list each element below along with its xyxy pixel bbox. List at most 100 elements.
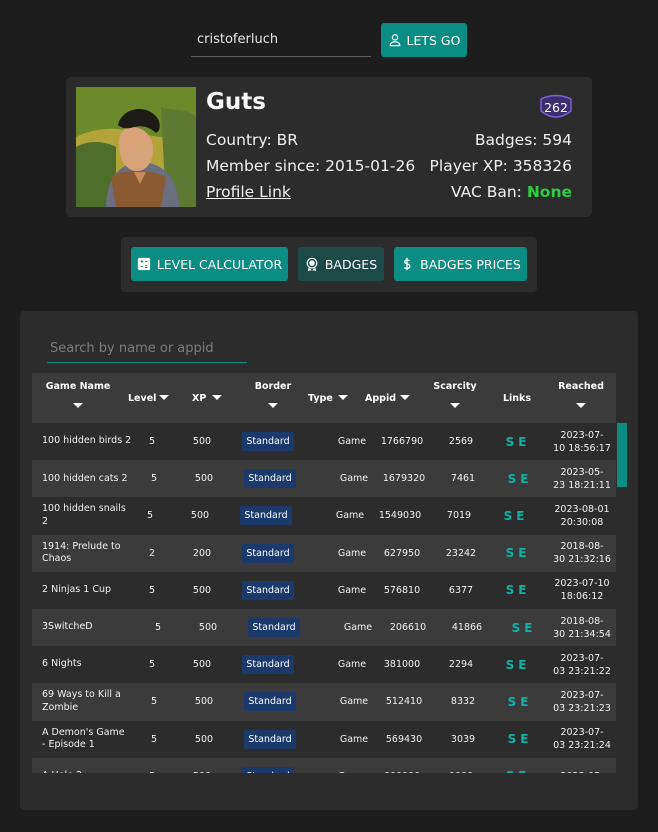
steam-link[interactable]: S: [508, 695, 517, 709]
steam-link[interactable]: S: [506, 435, 515, 449]
header-xp[interactable]: XP: [192, 373, 224, 423]
table-row[interactable]: 100 hidden birds 2 5 500 Game 1766790 2569 Sta…: [32, 423, 616, 460]
vac-ban-label: VAC Ban:: [451, 183, 527, 201]
external-link[interactable]: E: [524, 621, 532, 635]
cell-type: Game: [335, 510, 365, 522]
table-body: 100 hidden birds 2 5 500 Game 1766790 2569 Sta…: [32, 423, 616, 773]
external-link[interactable]: E: [516, 509, 524, 523]
cell-xp: 500: [192, 436, 212, 448]
steam-link[interactable]: S: [504, 509, 513, 523]
sort-arrow-icon: [159, 395, 169, 400]
external-link[interactable]: E: [518, 769, 526, 773]
external-link[interactable]: E: [520, 732, 528, 746]
sort-arrow-icon: [400, 395, 410, 400]
cell-game-name: A Demon's Game - Episode 1: [42, 726, 125, 751]
header-reached[interactable]: Reached: [556, 373, 606, 423]
header-scarcity[interactable]: Scarcity: [432, 373, 478, 423]
header-type[interactable]: Type: [308, 373, 353, 423]
table-row[interactable]: 100 hidden snails 2 5 500 Game 1549030 7019 St…: [32, 497, 616, 534]
table-search-input[interactable]: [47, 335, 247, 363]
header-appid[interactable]: Appid: [365, 373, 415, 423]
steam-link[interactable]: S: [506, 769, 515, 773]
cell-type: Game: [337, 547, 367, 559]
cell-border: Standard: [238, 646, 298, 683]
steam-link[interactable]: S: [506, 546, 515, 560]
external-link[interactable]: E: [518, 658, 526, 672]
steam-link[interactable]: S: [506, 658, 515, 672]
vac-ban-value: None: [526, 183, 572, 201]
country-text: Country: BR: [206, 131, 299, 149]
cell-scarcity: 7461: [450, 473, 476, 485]
cell-level: 5: [150, 733, 158, 745]
username-input[interactable]: [191, 23, 371, 57]
cell-appid: 206610: [389, 622, 427, 634]
border-pill: Standard: [244, 469, 296, 489]
cell-xp: 500: [194, 473, 214, 485]
cell-type: Game: [339, 733, 369, 745]
lets-go-button[interactable]: LETS GO: [381, 23, 467, 57]
steam-link[interactable]: S: [508, 732, 517, 746]
external-link[interactable]: E: [520, 472, 528, 486]
sort-arrow-icon: [450, 403, 460, 408]
table-row[interactable]: 6 Nights 5 500 Game 381000 2294 Standard S E 2023…: [32, 646, 616, 683]
cell-links: SE: [498, 423, 534, 460]
cell-border: Standard: [236, 497, 296, 534]
cell-level: 5: [154, 622, 162, 634]
cell-game-name: 3SwitcheD: [42, 621, 93, 633]
player-xp-text: Player XP: 358326: [429, 157, 572, 175]
table-row[interactable]: A Hole 25500Game0000000000StandardSE2023…: [32, 757, 616, 773]
cell-game-name: 1914: Prelude to Chaos: [42, 540, 121, 565]
badges-label: BADGES: [324, 256, 378, 272]
profile-link[interactable]: Profile Link: [206, 183, 291, 201]
cell-game-name: 100 hidden cats 2: [42, 472, 128, 484]
sort-arrow-icon: [212, 395, 222, 400]
cell-scarcity: 6377: [448, 584, 474, 596]
level-number: 262: [544, 99, 568, 115]
table-row[interactable]: 1914: Prelude to Chaos 2 200 Game 627950 2324…: [32, 534, 616, 572]
cell-links: SE: [504, 609, 540, 646]
table-row[interactable]: A Demon's Game - Episode 1 5 500 Game 569430…: [32, 721, 616, 758]
external-link[interactable]: E: [518, 435, 526, 449]
cell-links: SE: [498, 758, 534, 773]
external-link[interactable]: E: [518, 546, 526, 560]
table-row[interactable]: 69 Ways to Kill a Zombie 5 500 Game 512410 83…: [32, 683, 616, 721]
level-badge: 262: [539, 93, 573, 121]
cell-level: 5: [150, 473, 158, 485]
cell-xp: 500: [192, 584, 212, 596]
badge-prices-button[interactable]: BADGES PRICES: [394, 247, 527, 281]
cell-border: Standard: [238, 535, 298, 572]
table-row[interactable]: 2 Ninjas 1 Cup 5 500 Game 576810 6377 Standard…: [32, 572, 616, 609]
table-scrollbar[interactable]: [617, 423, 627, 487]
level-calculator-button[interactable]: LEVEL CALCULATOR: [131, 247, 288, 281]
external-link[interactable]: E: [518, 583, 526, 597]
steam-link[interactable]: S: [512, 621, 521, 635]
cell-reached: 2023-07- 03 23:21:22: [553, 652, 611, 677]
badges-table: Game Name Level XP Border Type Appid Sca…: [32, 373, 628, 773]
steam-link[interactable]: S: [508, 472, 517, 486]
header-game-name[interactable]: Game Name: [40, 373, 116, 423]
cell-xp: 500: [182, 758, 222, 773]
header-level[interactable]: Level: [128, 373, 173, 423]
cell-appid: 000000: [372, 758, 432, 773]
cell-type: Game: [337, 436, 367, 448]
cell-scarcity: 2294: [448, 659, 474, 671]
cell-border: Standard: [238, 572, 298, 609]
table-row[interactable]: 3SwitcheD 5 500 Game 206610 41866 Standard S E 20…: [32, 608, 616, 647]
steam-link[interactable]: S: [506, 583, 515, 597]
header-reached-label: Reached: [558, 381, 604, 392]
header-border-label: Border: [254, 381, 292, 392]
external-link[interactable]: E: [520, 695, 528, 709]
cell-game-name: 69 Ways to Kill a Zombie: [42, 689, 121, 713]
table-row[interactable]: 100 hidden cats 2 5 500 Game 1679320 7461 Stan…: [32, 460, 616, 498]
cell-xp: 500: [198, 622, 218, 634]
cell-reached: 2023-05-: [552, 758, 612, 773]
cell-appid: 1679320: [382, 473, 426, 485]
cell-type: Game: [339, 473, 369, 485]
border-pill: Standard: [244, 729, 296, 749]
badge-prices-label: BADGES PRICES: [420, 256, 521, 272]
cell-game-name: A Hole 2: [42, 758, 132, 773]
badges-button[interactable]: BADGES: [298, 247, 384, 281]
header-border[interactable]: Border: [251, 373, 295, 423]
sort-arrow-icon: [576, 403, 586, 408]
header-scarcity-label: Scarcity: [433, 381, 477, 392]
